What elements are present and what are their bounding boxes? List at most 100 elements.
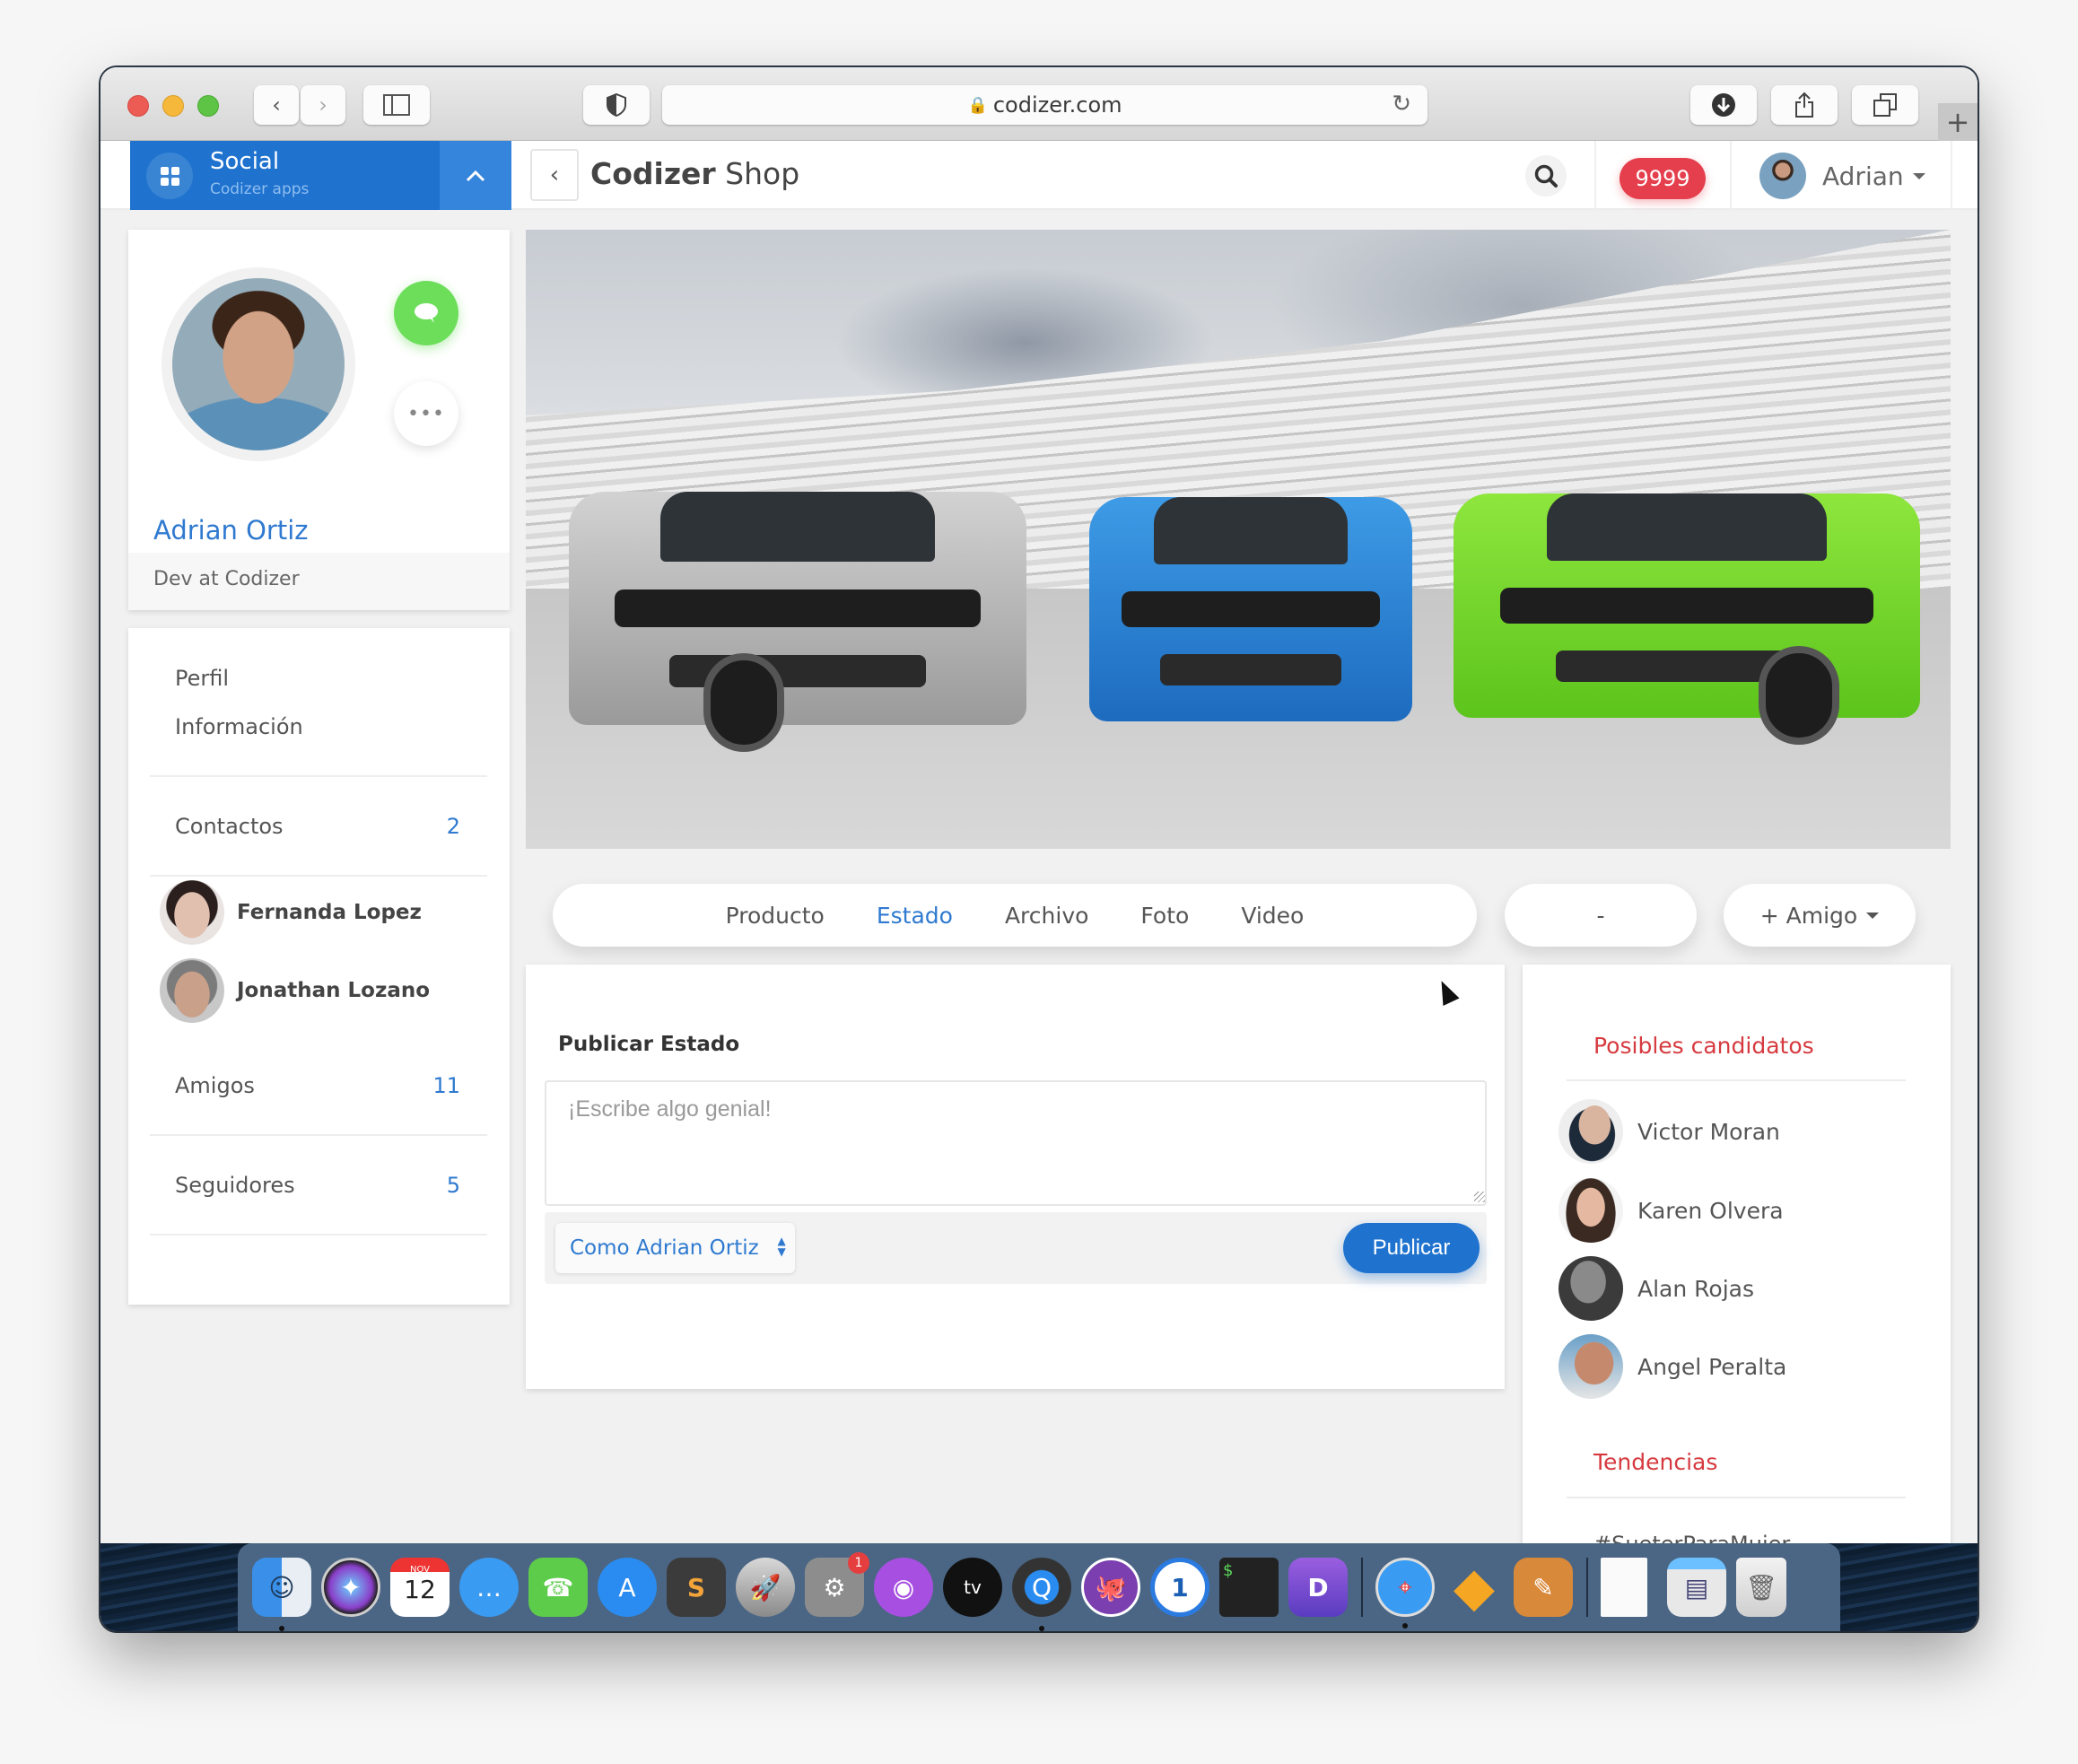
candidate-item[interactable]: Karen Olvera: [1558, 1178, 1784, 1243]
menu-item-amigos[interactable]: Amigos 11: [150, 1036, 487, 1136]
browser-toolbar: ‹ › 🔒 codizer.com ↻ +: [100, 67, 1978, 141]
maximize-window-button[interactable]: [197, 95, 219, 117]
candidate-name: Angel Peralta: [1637, 1353, 1787, 1380]
dock-app-finder[interactable]: ☺: [252, 1558, 311, 1631]
dock-app-messages[interactable]: …: [459, 1558, 519, 1617]
post-as-value: Como Adrian Ortiz: [570, 1236, 759, 1260]
page-title-brand: Codizer: [590, 156, 716, 191]
dock-app-facetime[interactable]: ☎: [528, 1558, 588, 1617]
dock-app-sublime-text[interactable]: S: [667, 1558, 726, 1617]
chat-button[interactable]: [394, 281, 458, 345]
dock-app-quicktime[interactable]: Q: [1012, 1558, 1071, 1631]
dock-app-terminal[interactable]: $: [1219, 1558, 1279, 1617]
divider: [1567, 1079, 1906, 1081]
post-as-select[interactable]: Como Adrian Ortiz ▲ ▼: [555, 1223, 795, 1273]
user-menu[interactable]: Adrian: [1759, 151, 1925, 201]
dock-app-dash[interactable]: D: [1288, 1558, 1348, 1617]
header-divider: [1730, 141, 1732, 210]
trash-icon: 🗑: [1745, 1572, 1777, 1602]
dock-app-sketch[interactable]: ◆: [1445, 1556, 1504, 1619]
running-indicator: [1402, 1623, 1408, 1629]
car-blue: [1089, 497, 1412, 721]
dock-app-podcasts[interactable]: ◉: [874, 1558, 933, 1617]
show-tabs-button[interactable]: [1852, 85, 1918, 125]
app-switcher-title: Social: [210, 148, 280, 175]
candidate-name: Alan Rojas: [1637, 1275, 1754, 1302]
share-button[interactable]: [1771, 85, 1838, 125]
download-icon: [1712, 93, 1735, 117]
status-textarea[interactable]: [545, 1080, 1487, 1206]
menu-item-label: Amigos: [175, 1072, 255, 1098]
quicktime-icon: Q: [1031, 1572, 1052, 1602]
close-window-button[interactable]: [127, 95, 149, 117]
dock-app-siri[interactable]: ✦: [321, 1558, 380, 1617]
notifications-badge[interactable]: 9999: [1620, 158, 1706, 199]
notification-badge: 1: [848, 1552, 869, 1574]
address-bar[interactable]: 🔒 codizer.com ↻: [662, 85, 1428, 125]
tab-video[interactable]: Video: [1241, 903, 1304, 929]
car-green: [1454, 493, 1920, 745]
rocket-icon: 🚀: [749, 1572, 781, 1602]
dock-app-app-store[interactable]: A: [598, 1558, 657, 1617]
new-tab-button[interactable]: +: [1938, 103, 1978, 141]
dock-app-1password[interactable]: 1: [1150, 1558, 1209, 1617]
resize-handle-icon[interactable]: [1474, 1192, 1485, 1202]
add-friend-button[interactable]: + Amigo: [1724, 884, 1916, 947]
tab-producto[interactable]: Producto: [726, 903, 825, 929]
contact-item[interactable]: Jonathan Lozano: [160, 956, 430, 1025]
publish-button[interactable]: Publicar: [1343, 1223, 1480, 1273]
candidate-name: Karen Olvera: [1637, 1197, 1784, 1224]
podcasts-icon: ◉: [892, 1572, 915, 1602]
dash-button[interactable]: -: [1505, 884, 1697, 947]
dock-app-system-preferences[interactable]: ⚙ 1: [805, 1552, 869, 1617]
dock-app-safari[interactable]: ⌖: [1375, 1558, 1435, 1629]
privacy-report-button[interactable]: [583, 85, 650, 125]
tab-archivo[interactable]: Archivo: [1005, 903, 1088, 929]
collapse-app-switcher-button[interactable]: [440, 141, 511, 210]
apple-tv-icon: tv: [964, 1576, 982, 1598]
contact-name: Jonathan Lozano: [237, 979, 431, 1002]
dock-app-launchpad[interactable]: 🚀: [736, 1558, 795, 1617]
page-back-button[interactable]: ‹: [530, 149, 579, 201]
dock-app-calendar[interactable]: NOV 12: [390, 1558, 450, 1617]
candidate-avatar: [1558, 1334, 1623, 1399]
profile-role: Dev at Codizer: [128, 553, 510, 610]
app-switcher[interactable]: Social Codizer apps: [130, 141, 511, 210]
contact-item[interactable]: Fernanda Lopez: [160, 878, 422, 947]
reload-icon[interactable]: ↻: [1392, 91, 1411, 118]
more-options-button[interactable]: •••: [394, 381, 458, 446]
dock-document[interactable]: [1601, 1558, 1647, 1617]
candidate-item[interactable]: Alan Rojas: [1558, 1256, 1754, 1321]
dock-app-github-desktop[interactable]: 🐙: [1081, 1558, 1140, 1617]
profile-name[interactable]: Adrian Ortiz: [153, 515, 309, 546]
candidate-item[interactable]: Angel Peralta: [1558, 1334, 1786, 1399]
tab-foto[interactable]: Foto: [1140, 903, 1189, 929]
candidate-item[interactable]: Victor Moran: [1558, 1099, 1780, 1164]
candidate-avatar: [1558, 1256, 1623, 1321]
menu-item-contactos[interactable]: Contactos 2: [150, 777, 487, 877]
dock-app-preview[interactable]: ✎: [1514, 1558, 1573, 1617]
menu-item-informacion[interactable]: Información: [150, 677, 487, 777]
trend-item[interactable]: #SueterParaMujer: [1593, 1532, 1790, 1543]
caret-down-icon: [1912, 172, 1925, 179]
dock-trash[interactable]: 🗑: [1736, 1558, 1786, 1617]
browser-back-button[interactable]: ‹: [254, 85, 299, 125]
menu-item-seguidores[interactable]: Seguidores 5: [150, 1136, 487, 1236]
profile-photo: [172, 278, 345, 450]
dock-app-apple-tv[interactable]: tv: [943, 1558, 1002, 1617]
browser-forward-button[interactable]: ›: [301, 85, 345, 125]
contact-avatar: [160, 958, 224, 1023]
chevron-up-icon: [466, 170, 485, 181]
tab-estado[interactable]: Estado: [877, 903, 953, 929]
ellipsis-icon: •••: [407, 402, 445, 425]
shield-icon: [607, 93, 626, 117]
search-button[interactable]: [1525, 155, 1567, 196]
publish-footer: Como Adrian Ortiz ▲ ▼ Publicar: [545, 1212, 1487, 1284]
sidebar-toggle-button[interactable]: [363, 85, 430, 125]
header-divider: [1594, 141, 1596, 210]
dock-applications-folder[interactable]: ▤: [1667, 1558, 1726, 1617]
candidate-name: Victor Moran: [1637, 1118, 1780, 1145]
profile-avatar[interactable]: [162, 267, 355, 461]
minimize-window-button[interactable]: [162, 95, 184, 117]
downloads-button[interactable]: [1690, 85, 1757, 125]
